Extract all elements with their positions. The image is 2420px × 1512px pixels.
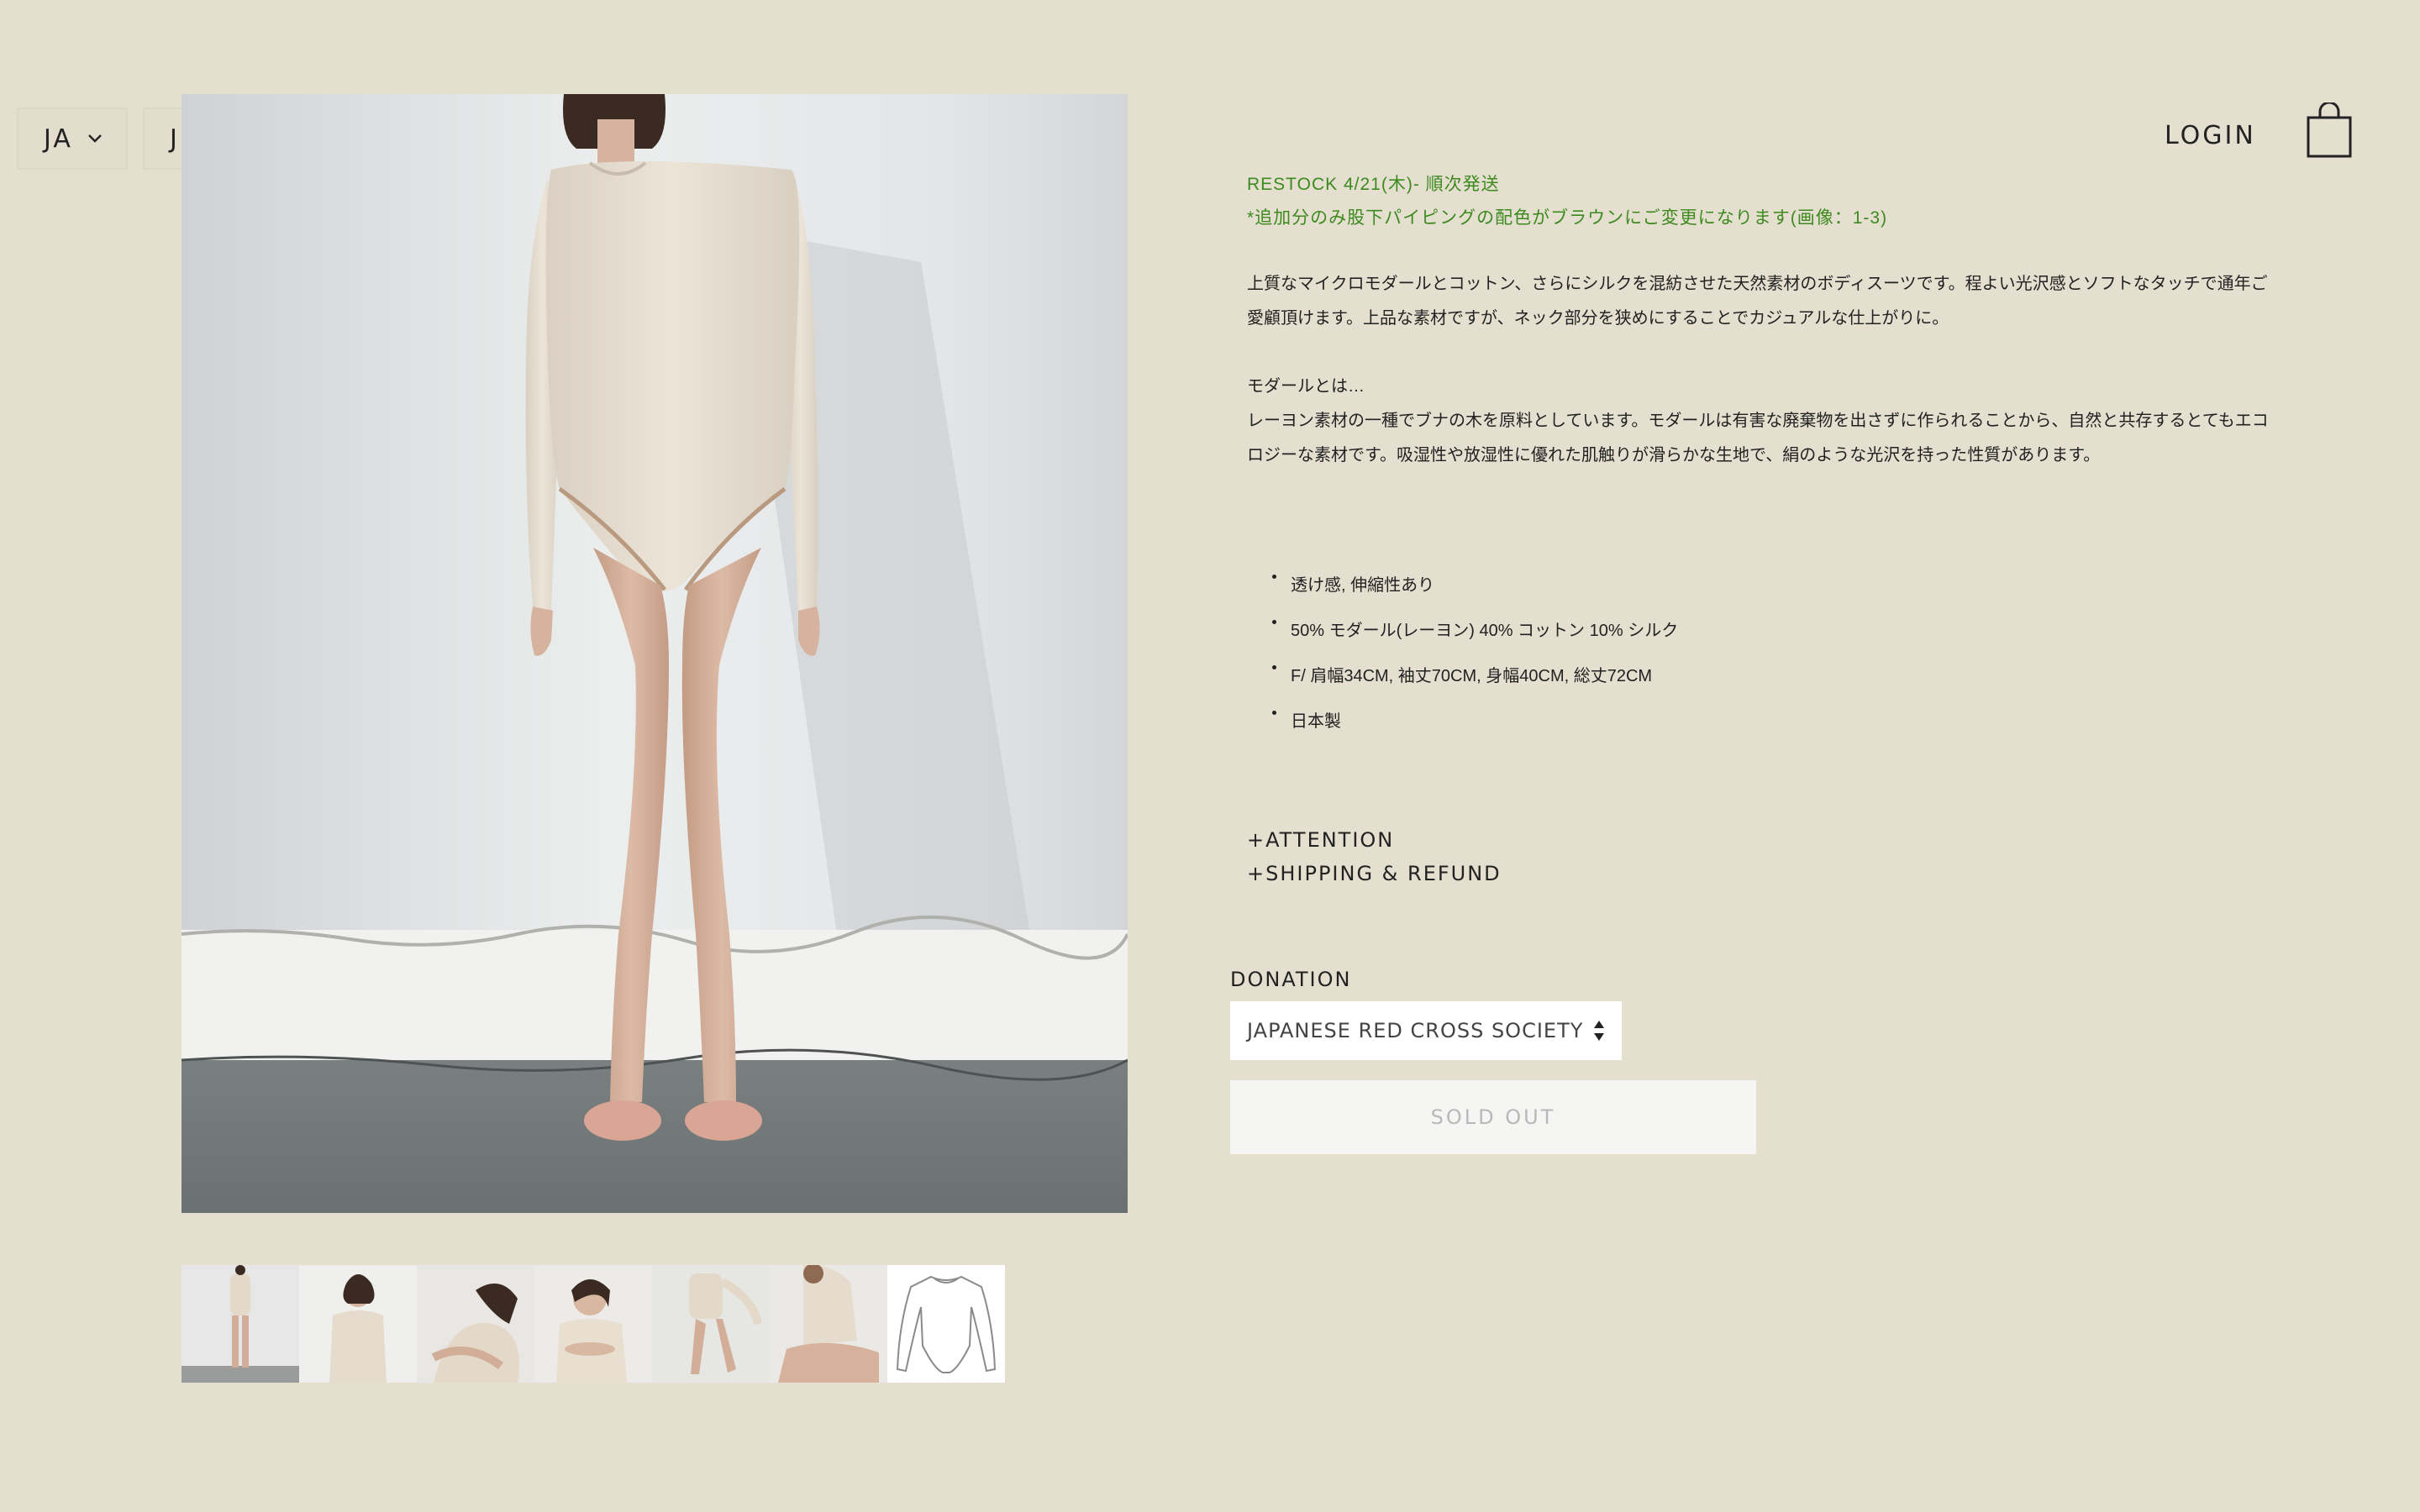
- restock-notice: RESTOCK 4/21(木)- 順次発送 *追加分のみ股下パイピングの配色がブ…: [1247, 168, 1887, 235]
- spec-list: 透け感, 伸縮性あり 50% モダール(レーヨン) 40% コットン 10% シ…: [1272, 563, 1678, 744]
- modal-description: モダールとは… レーヨン素材の一種でブナの木を原料としています。モダールは有害な…: [1247, 370, 2272, 473]
- sold-out-button[interactable]: SOLD OUT: [1230, 1080, 1756, 1154]
- bullet-icon: [1272, 711, 1276, 715]
- spec-item: 日本製: [1272, 699, 1678, 744]
- thumbnail-4[interactable]: [534, 1265, 652, 1383]
- sort-arrows-icon: [1593, 1020, 1605, 1042]
- thumbnail-6[interactable]: [770, 1265, 887, 1383]
- donation-label: DONATION: [1230, 968, 1352, 991]
- product-description: 上質なマイクロモダールとコットン、さらにシルクを混紡させた天然素材のボディスーツ…: [1247, 275, 2268, 328]
- donation-select[interactable]: JAPANESE RED CROSS SOCIETY: [1230, 1001, 1622, 1060]
- language-select[interactable]: JA: [17, 108, 128, 170]
- spec-text: 透け感, 伸縮性あり: [1291, 576, 1435, 595]
- thumbnail-3[interactable]: [417, 1265, 534, 1383]
- language-value: JA: [44, 123, 73, 154]
- bullet-icon: [1272, 665, 1276, 669]
- spec-text: F/ 肩幅34CM, 袖丈70CM, 身幅40CM, 総丈72CM: [1291, 667, 1653, 685]
- spec-item: 50% モダール(レーヨン) 40% コットン 10% シルク: [1272, 608, 1678, 654]
- bullet-icon: [1272, 620, 1276, 624]
- donation-selected-value: JAPANESE RED CROSS SOCIETY: [1247, 1019, 1584, 1042]
- spec-text: 50% モダール(レーヨン) 40% コットン 10% シルク: [1291, 622, 1679, 640]
- thumbnail-5[interactable]: [652, 1265, 770, 1383]
- thumbnail-1[interactable]: [182, 1265, 299, 1383]
- login-link[interactable]: LOGIN: [2165, 121, 2256, 150]
- shopping-bag-icon[interactable]: [2306, 101, 2353, 158]
- spec-item: F/ 肩幅34CM, 袖丈70CM, 身幅40CM, 総丈72CM: [1272, 654, 1678, 699]
- spec-item: 透け感, 伸縮性あり: [1272, 563, 1678, 608]
- bullet-icon: [1272, 575, 1276, 579]
- restock-line-2: *追加分のみ股下パイピングの配色がブラウンにご変更になります(画像：1-3): [1247, 208, 1888, 228]
- thumbnail-strip: [182, 1265, 1005, 1383]
- main-product-image: [182, 94, 1128, 1213]
- spec-text: 日本製: [1291, 712, 1341, 731]
- attention-accordion[interactable]: +ATTENTION: [1247, 828, 1394, 852]
- modal-description-title: モダールとは…: [1247, 377, 1365, 396]
- restock-line-1: RESTOCK 4/21(木)- 順次発送: [1247, 175, 1500, 194]
- shipping-refund-accordion[interactable]: +SHIPPING & REFUND: [1247, 862, 1502, 885]
- chevron-down-icon: [84, 128, 106, 150]
- modal-description-body: レーヨン素材の一種でブナの木を原料としています。モダールは有害な廃棄物を出さずに…: [1247, 412, 2269, 465]
- thumbnail-2[interactable]: [299, 1265, 417, 1383]
- thumbnail-7[interactable]: [887, 1265, 1005, 1383]
